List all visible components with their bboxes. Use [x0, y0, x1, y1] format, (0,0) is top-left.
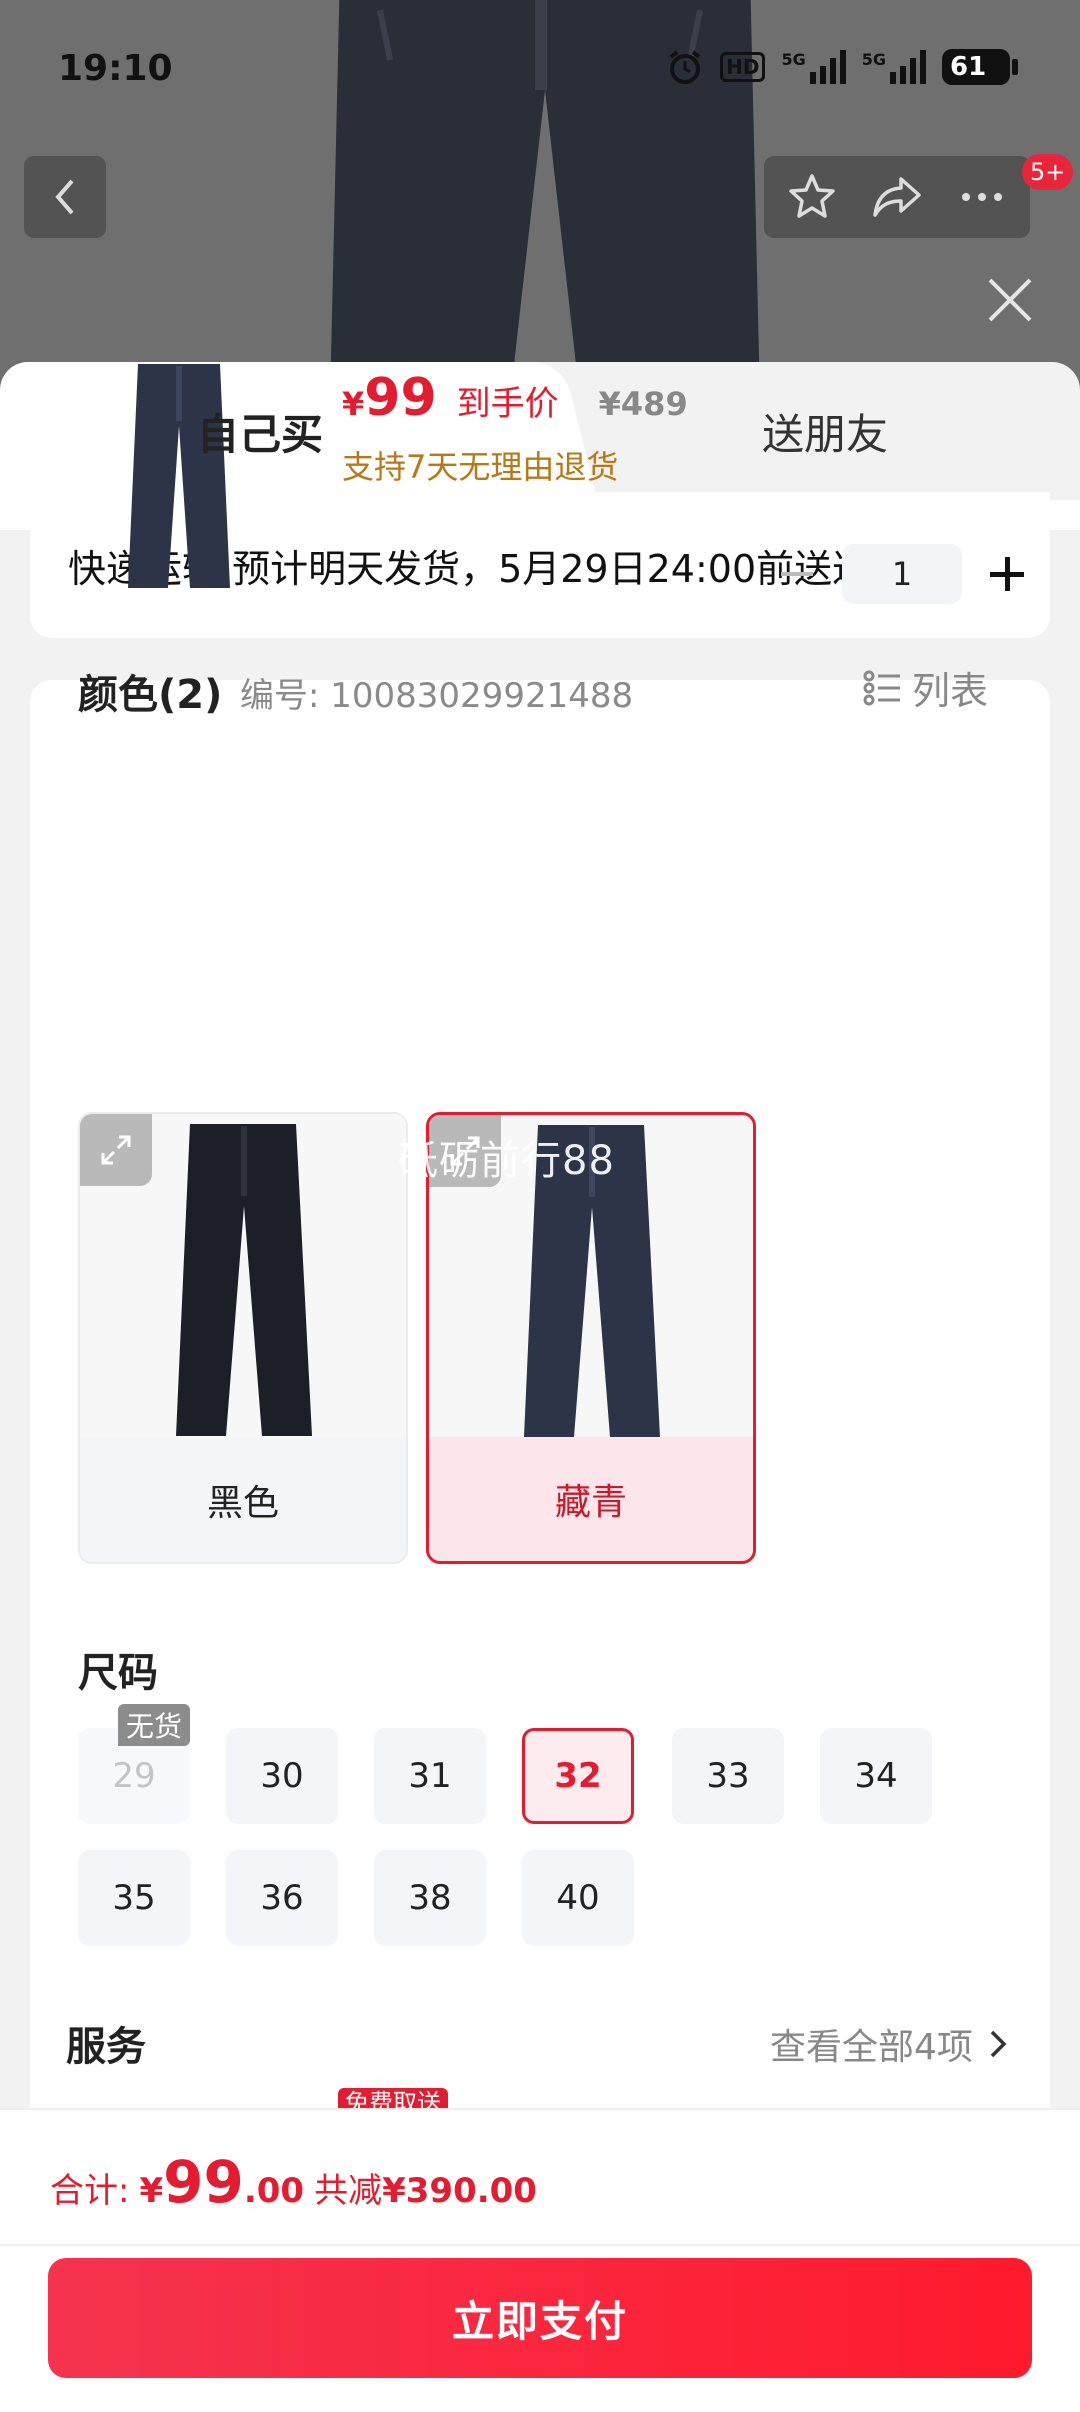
status-bar: 19:10 HD 5G 5G 61 — [0, 0, 1080, 140]
size-option[interactable]: 36 — [226, 1850, 338, 1946]
hd-icon: HD — [720, 52, 766, 82]
battery-icon: 61 — [942, 49, 1018, 85]
tab-buy-self-label: 自己买 — [196, 409, 323, 459]
price-label: 到手价 — [456, 384, 559, 424]
color-option-black[interactable]: 黑色 — [78, 1112, 408, 1564]
share-icon[interactable] — [871, 171, 923, 223]
minus-icon — [781, 572, 813, 576]
color-section-title: 颜色(2) — [78, 672, 223, 718]
network-label-2: 5G — [861, 50, 886, 69]
tab-gift-friend-label: 送朋友 — [761, 409, 888, 459]
color-option-label: 藏青 — [429, 1437, 753, 1561]
size-option[interactable]: 35 — [78, 1850, 190, 1946]
quantity-decrease-button[interactable] — [774, 551, 820, 597]
total-integer: 99 — [163, 2148, 244, 2216]
battery-level: 61 — [950, 52, 987, 82]
price-row: ¥ 99 到手价 ¥489 — [342, 368, 688, 428]
size-option[interactable]: 30 — [226, 1728, 338, 1824]
quantity-input[interactable]: 1 — [842, 544, 962, 604]
price-value: 99 — [364, 368, 437, 428]
chevron-right-icon — [990, 2030, 1007, 2058]
chevron-left-icon — [55, 179, 74, 215]
size-option[interactable]: 34 — [820, 1728, 932, 1824]
checkout-bar: 合计: ¥ 99 .00 共减¥390.00 立即支付 — [0, 2108, 1080, 2412]
list-view-label: 列表 — [912, 669, 989, 713]
list-view-toggle[interactable]: 列表 — [862, 660, 988, 715]
signal-icon: 5G — [781, 50, 846, 84]
star-icon[interactable] — [786, 171, 838, 223]
back-button[interactable] — [24, 156, 106, 238]
status-time: 19:10 — [58, 48, 173, 89]
savings-text: 共减¥390.00 — [314, 2163, 537, 2212]
color-option-label: 黑色 — [80, 1438, 406, 1562]
size-option[interactable]: 40 — [522, 1850, 634, 1946]
out-of-stock-tag: 无货 — [118, 1704, 190, 1746]
size-option[interactable]: 33 — [672, 1728, 784, 1824]
original-price: ¥489 — [598, 385, 688, 423]
watermark-text: 砥砺前行88 — [398, 1138, 615, 1184]
divider — [0, 2244, 1080, 2246]
total-symbol: ¥ — [139, 2171, 164, 2211]
header-actions — [764, 156, 1030, 238]
network-label-1: 5G — [781, 50, 806, 69]
service-section-title: 服务 — [66, 2024, 146, 2070]
quantity-increase-button[interactable] — [984, 551, 1030, 597]
status-icons: HD 5G 5G 61 — [666, 48, 1018, 86]
list-icon — [863, 670, 900, 705]
total-row: 合计: ¥ 99 .00 共减¥390.00 — [50, 2148, 537, 2216]
price-symbol: ¥ — [342, 385, 365, 423]
size-option-selected[interactable]: 32 — [522, 1728, 634, 1824]
pay-now-button[interactable]: 立即支付 — [48, 2258, 1032, 2378]
expand-icon — [101, 1135, 131, 1165]
size-section-title: 尺码 — [78, 1650, 158, 1696]
savings-amount: ¥390.00 — [382, 2171, 537, 2211]
pants-black-image — [176, 1124, 312, 1436]
total-label: 合计: — [50, 2171, 130, 2211]
size-option[interactable]: 31 — [374, 1728, 486, 1824]
quantity-stepper: 1 — [774, 544, 1030, 604]
close-icon[interactable] — [982, 272, 1038, 328]
sku-number: 编号: 10083029921488 — [240, 676, 634, 716]
size-option[interactable]: 38 — [374, 1850, 486, 1946]
service-view-all-label: 查看全部4项 — [770, 2027, 973, 2068]
signal-icon-2: 5G — [862, 50, 926, 84]
service-view-all-link[interactable]: 查看全部4项 — [770, 2018, 1007, 2070]
notification-badge: 5+ — [1022, 154, 1074, 190]
total-decimal: .00 — [243, 2171, 305, 2211]
zoom-button[interactable] — [80, 1114, 152, 1186]
product-thumbnail — [128, 364, 230, 588]
savings-prefix: 共减 — [314, 2171, 383, 2211]
return-policy: 支持7天无理由退货 — [342, 448, 619, 486]
more-icon[interactable] — [956, 171, 1008, 223]
alarm-icon — [669, 50, 701, 84]
